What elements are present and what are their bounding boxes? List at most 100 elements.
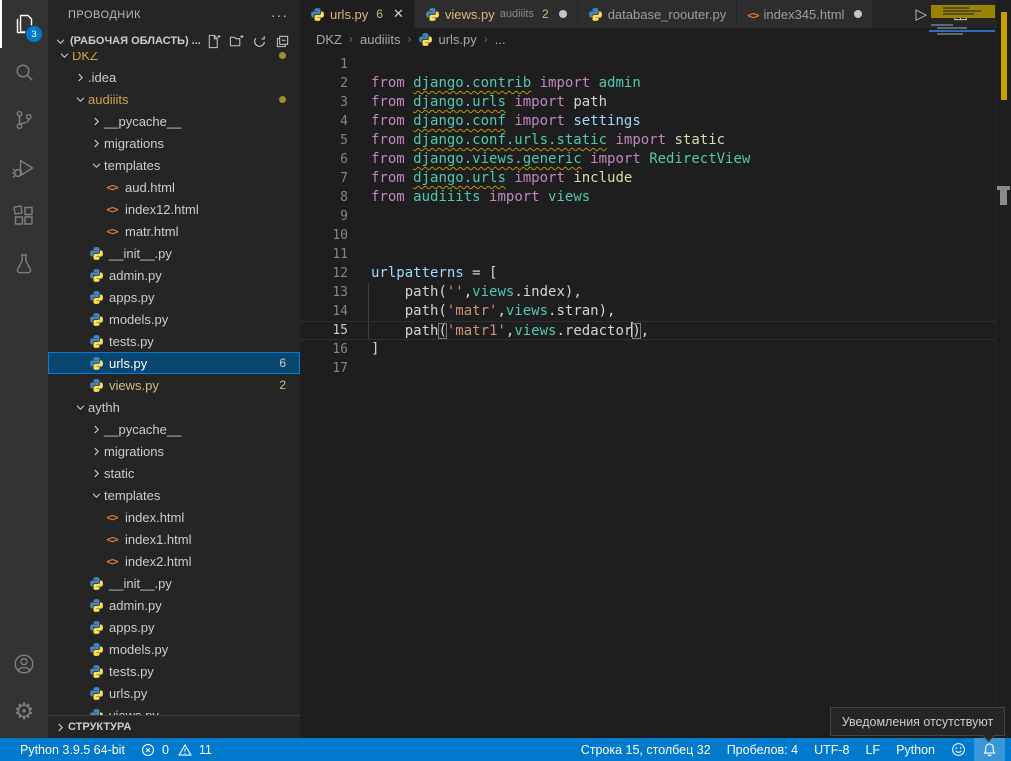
minimap[interactable] xyxy=(929,0,996,200)
code-line-16[interactable]: 16] xyxy=(300,340,1011,359)
dirty-indicator-dot[interactable] xyxy=(559,10,567,18)
tree-file-index2.html[interactable]: <>index2.html xyxy=(48,550,300,572)
tree-folder-audiiits[interactable]: audiiits xyxy=(48,88,300,110)
tree-file-aud.html[interactable]: <>aud.html xyxy=(48,176,300,198)
explorer-icon[interactable]: 3 xyxy=(0,0,48,48)
code-line-4[interactable]: 4from django.conf import settings xyxy=(300,112,1011,131)
activity-bar: 3 ⚙ xyxy=(0,0,48,738)
tab-database_roouter.py[interactable]: database_roouter.py xyxy=(578,0,738,28)
workspace-label: (РАБОЧАЯ ОБЛАСТЬ) ... xyxy=(70,35,201,47)
tree-file-__init__.py[interactable]: __init__.py xyxy=(48,572,300,594)
feedback-icon[interactable] xyxy=(943,738,974,761)
cursor-position-status[interactable]: Строка 15, столбец 32 xyxy=(573,738,719,761)
code-line-6[interactable]: 6from django.views.generic import Redire… xyxy=(300,150,1011,169)
extensions-icon[interactable] xyxy=(0,192,48,240)
testing-icon[interactable] xyxy=(0,240,48,288)
indentation-status[interactable]: Пробелов: 4 xyxy=(719,738,806,761)
dirty-indicator-dot[interactable] xyxy=(854,10,862,18)
notifications-bell-icon[interactable] xyxy=(974,738,1005,761)
code-editor[interactable]: 12from django.contrib import admin3from … xyxy=(300,50,1011,738)
python-file-icon xyxy=(88,245,104,261)
problems-status[interactable]: 0 11 xyxy=(133,738,220,761)
code-line-3[interactable]: 3from django.urls import path xyxy=(300,93,1011,112)
refresh-icon[interactable] xyxy=(252,34,267,49)
run-icon[interactable]: ▷ xyxy=(915,7,927,22)
code-line-12[interactable]: 12urlpatterns = [ xyxy=(300,264,1011,283)
code-line-1[interactable]: 1 xyxy=(300,55,1011,74)
code-line-2[interactable]: 2from django.contrib import admin xyxy=(300,74,1011,93)
chevron-right-icon xyxy=(52,722,68,733)
code-line-11[interactable]: 11 xyxy=(300,245,1011,264)
tree-folder-__pycache__[interactable]: __pycache__ xyxy=(48,418,300,440)
code-line-17[interactable]: 17 xyxy=(300,359,1011,378)
new-folder-icon[interactable] xyxy=(229,34,244,49)
tree-folder-migrations[interactable]: migrations xyxy=(48,440,300,462)
tree-file-urls.py[interactable]: urls.py xyxy=(48,682,300,704)
code-line-7[interactable]: 7from django.urls import include xyxy=(300,169,1011,188)
line-number: 13 xyxy=(300,283,348,302)
code-line-13[interactable]: 13 path('',views.index), xyxy=(300,283,1011,302)
breadcrumb-item-DKZ[interactable]: DKZ xyxy=(316,32,342,47)
breadcrumb-item-audiiits[interactable]: audiiits xyxy=(360,32,400,47)
breadcrumb-item-urls.py[interactable]: urls.py xyxy=(418,32,476,47)
outline-section-header[interactable]: СТРУКТУРА xyxy=(48,715,300,738)
tree-file-index1.html[interactable]: <>index1.html xyxy=(48,528,300,550)
run-debug-icon[interactable] xyxy=(0,144,48,192)
breadcrumb: DKZ›audiiits›urls.py›... xyxy=(300,28,1011,50)
tree-file-matr.html[interactable]: <>matr.html xyxy=(48,220,300,242)
tree-folder-templates[interactable]: templates xyxy=(48,484,300,506)
code-line-5[interactable]: 5from django.conf.urls.static import sta… xyxy=(300,131,1011,150)
code-line-9[interactable]: 9 xyxy=(300,207,1011,226)
tree-folder-.idea[interactable]: .idea xyxy=(48,66,300,88)
line-number: 14 xyxy=(300,302,348,321)
tree-file-admin.py[interactable]: admin.py xyxy=(48,264,300,286)
search-icon[interactable] xyxy=(0,48,48,96)
close-icon[interactable]: ✕ xyxy=(393,6,404,22)
tab-urls.py[interactable]: urls.py6✕ xyxy=(300,0,415,28)
breadcrumb-item-...[interactable]: ... xyxy=(495,32,506,47)
chevron-right-icon xyxy=(72,72,88,83)
code-line-10[interactable]: 10 xyxy=(300,226,1011,245)
tree-folder-aythh[interactable]: aythh xyxy=(48,396,300,418)
tree-file-index12.html[interactable]: <>index12.html xyxy=(48,198,300,220)
tree-folder-migrations[interactable]: migrations xyxy=(48,132,300,154)
code-line-15[interactable]: 15 path('matr1',views.redactor), xyxy=(300,321,1011,340)
tree-file-apps.py[interactable]: apps.py xyxy=(48,286,300,308)
tree-file-admin.py[interactable]: admin.py xyxy=(48,594,300,616)
tree-file-models.py[interactable]: models.py xyxy=(48,638,300,660)
scrollbar[interactable] xyxy=(995,0,1011,738)
tree-file-tests.py[interactable]: tests.py xyxy=(48,660,300,682)
html-file-icon: <> xyxy=(104,223,120,239)
language-mode-status[interactable]: Python xyxy=(888,738,943,761)
chevron-right-icon xyxy=(88,446,104,457)
workspace-section-header[interactable]: (РАБОЧАЯ ОБЛАСТЬ) ... xyxy=(48,30,300,52)
tree-folder-__pycache__[interactable]: __pycache__ xyxy=(48,110,300,132)
code-line-14[interactable]: 14 path('matr',views.stran), xyxy=(300,302,1011,321)
python-file-icon xyxy=(88,619,104,635)
new-file-icon[interactable] xyxy=(206,34,221,49)
source-control-icon[interactable] xyxy=(0,96,48,144)
tree-file-urls.py[interactable]: urls.py6 xyxy=(48,352,300,374)
code-line-8[interactable]: 8from audiiits import views xyxy=(300,188,1011,207)
tab-views.py[interactable]: views.pyaudiiits2 xyxy=(415,0,578,28)
python-interpreter-status[interactable]: Python 3.9.5 64-bit xyxy=(12,738,133,761)
tree-file-apps.py[interactable]: apps.py xyxy=(48,616,300,638)
tree-file-__init__.py[interactable]: __init__.py xyxy=(48,242,300,264)
collapse-all-icon[interactable] xyxy=(275,34,290,49)
breadcrumb-separator: › xyxy=(407,32,411,46)
eol-status[interactable]: LF xyxy=(857,738,888,761)
tree-folder-static[interactable]: static xyxy=(48,462,300,484)
tree-file-views.py[interactable]: views.py2 xyxy=(48,374,300,396)
tree-file-index.html[interactable]: <>index.html xyxy=(48,506,300,528)
account-icon[interactable] xyxy=(0,640,48,688)
modified-indicator-dot xyxy=(279,96,286,103)
tree-folder-templates[interactable]: templates xyxy=(48,154,300,176)
more-horizontal-icon[interactable]: ··· xyxy=(271,7,288,23)
encoding-status[interactable]: UTF-8 xyxy=(806,738,857,761)
tab-index345.html[interactable]: <>index345.html xyxy=(737,0,873,28)
error-icon xyxy=(141,743,155,757)
tree-folder-DKZ[interactable]: DKZ xyxy=(48,52,300,66)
tree-file-tests.py[interactable]: tests.py xyxy=(48,330,300,352)
settings-icon[interactable]: ⚙ xyxy=(0,688,48,736)
tree-file-models.py[interactable]: models.py xyxy=(48,308,300,330)
